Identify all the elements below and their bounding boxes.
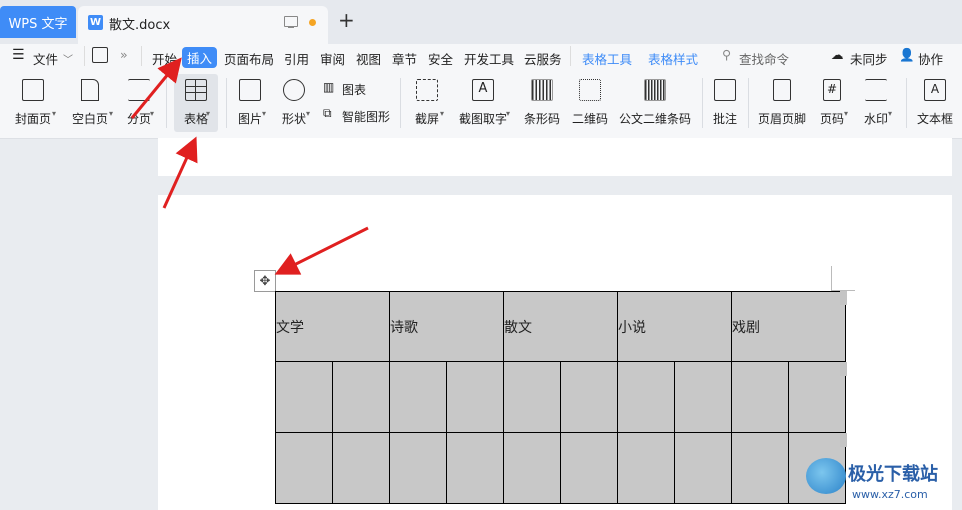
arrow-to-move-handle — [274, 226, 369, 275]
annotation-arrows — [130, 57, 369, 275]
arrow-to-table-button — [162, 136, 198, 209]
arrow-to-insert-tab — [130, 57, 182, 119]
